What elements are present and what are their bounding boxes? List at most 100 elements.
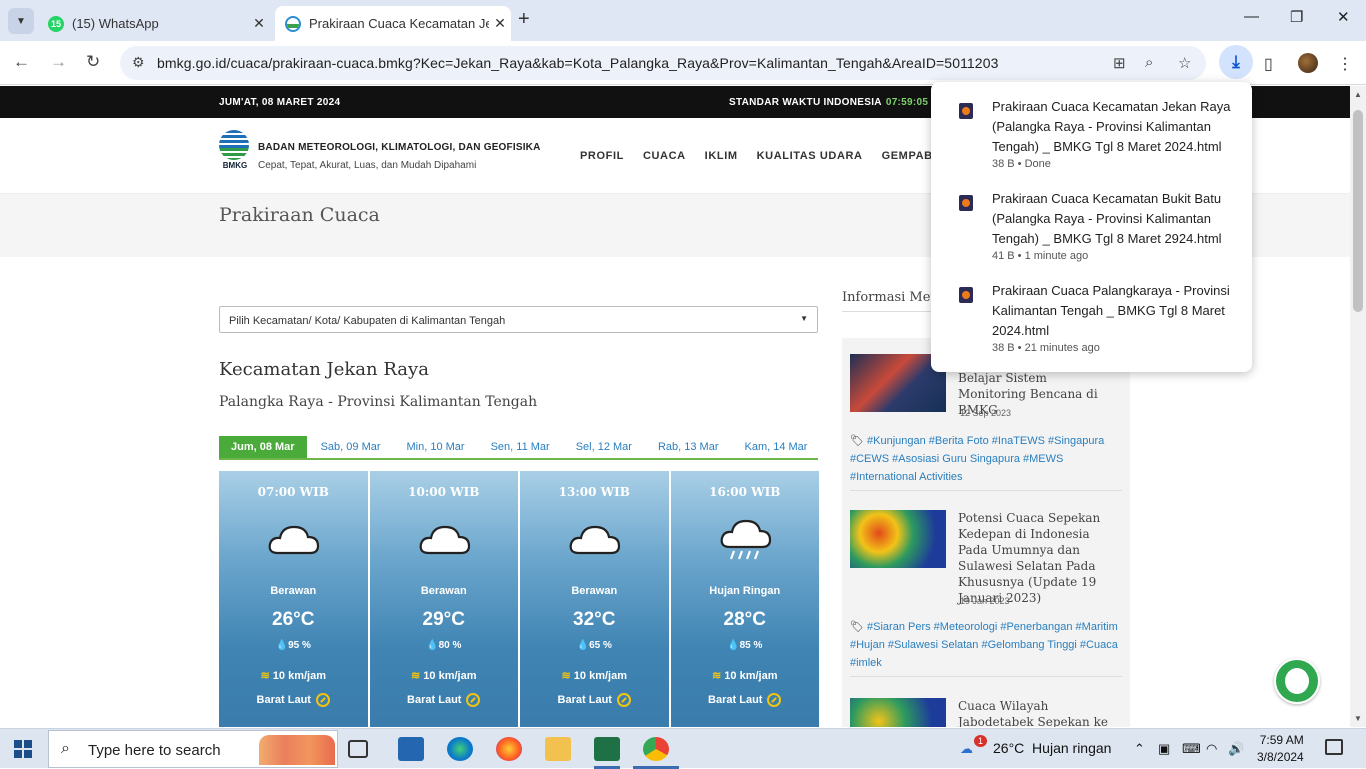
wind-icon: ≋ [260,670,270,682]
forecast-time: 16:00 WIB [709,485,781,499]
download-filename[interactable]: Prakiraan Cuaca Kecamatan Bukit Batu (Pa… [992,189,1237,249]
volume-icon[interactable]: 🔊 [1228,741,1244,757]
tab-day[interactable]: Jum, 08 Mar [219,436,307,458]
close-tab-icon[interactable]: ✕ [248,15,270,32]
site-info-icon[interactable]: ⚙ [132,54,145,71]
tab-bmkg[interactable]: Prakiraan Cuaca Kecamatan Jek ✕ [275,6,511,41]
day-tabs: Jum, 08 Mar Sab, 09 Mar Min, 10 Mar Sen,… [219,436,818,460]
news-date: 19 Jan 2023 [960,596,1010,606]
windows-start-icon[interactable] [14,740,32,758]
tab-day[interactable]: Min, 10 Mar [407,436,465,458]
downloads-panel: Prakiraan Cuaca Kecamatan Jekan Raya (Pa… [931,82,1252,372]
news-tags[interactable]: 🏷 #Siaran Pers #Meteorologi #Penerbangan… [850,618,1120,672]
tab-whatsapp[interactable]: 15 (15) WhatsApp ✕ [40,6,270,41]
mail-icon[interactable] [398,737,424,761]
restore-icon[interactable]: ❐ [1290,8,1303,26]
scrollbar-thumb[interactable] [1353,110,1363,312]
tab-title: Prakiraan Cuaca Kecamatan Jek [309,16,489,31]
taskbar-clock[interactable]: 7:59 AM 3/8/2024 [1257,732,1304,766]
main-nav: PROFIL CUACA IKLIM KUALITAS UDARA GEMPAB… [580,150,955,162]
file-explorer-icon[interactable] [545,737,571,761]
close-window-icon[interactable]: ✕ [1337,8,1350,26]
tab-day[interactable]: Rab, 13 Mar [658,436,719,458]
weather-rain-icon[interactable]: ☁ [960,741,973,757]
compass-icon [315,693,330,707]
compass-icon [616,693,631,707]
close-tab-icon[interactable]: ✕ [489,15,511,32]
task-view-icon[interactable] [348,740,368,758]
forecast-direction: Barat Laut [219,693,368,707]
notification-icon[interactable] [1325,739,1343,755]
downloads-icon[interactable]: ⤓ [1219,45,1253,79]
whatsapp-icon: 15 [48,15,64,32]
tag-icon: 🏷 [850,435,864,447]
zoom-icon[interactable]: ⌕ [1145,54,1153,71]
page-scrollbar[interactable]: ▲ ▼ [1350,86,1366,727]
tab-day[interactable]: Sel, 12 Mar [576,436,632,458]
profile-avatar[interactable] [1298,53,1318,73]
firefox-icon[interactable] [496,737,522,761]
forecast-wind: ≋ 10 km/jam [260,670,326,682]
tagline: Cepat, Tepat, Akurat, Luas, dan Mudah Di… [258,160,477,171]
bookmark-star-icon[interactable]: ☆ [1178,54,1191,72]
news-tags[interactable]: 🏷 #Kunjungan #Berita Foto #InaTEWS #Sing… [850,432,1120,486]
meet-icon[interactable]: ▣ [1158,741,1170,757]
forward-icon[interactable]: → [50,52,67,72]
news-thumbnail[interactable] [850,510,946,568]
news-title[interactable]: Potensi Cuaca Sepekan Kedepan di Indones… [958,510,1118,606]
forecast-condition: Hujan Ringan [709,585,781,597]
live-chat-button[interactable] [1274,658,1320,704]
forecast-temp: 26°C [272,609,315,630]
tab-day[interactable]: Kam, 14 Mar [744,436,807,458]
forecast-direction: Barat Laut [370,693,519,707]
bmkg-logo[interactable]: BMKG [219,130,251,170]
url-text[interactable]: bmkg.go.id/cuaca/prakiraan-cuaca.bmkg?Ke… [157,55,998,71]
menu-kebab-icon[interactable]: ⋮ [1337,54,1353,74]
wifi-icon[interactable]: ◠ [1206,741,1217,757]
html-file-icon [959,103,973,119]
humidity-drop-icon: 💧 [576,640,590,651]
back-icon[interactable]: ← [13,52,30,72]
compass-icon [767,693,782,707]
chevron-up-icon[interactable]: ⌃ [1134,741,1145,757]
taskbar-search[interactable]: ⌕ Type here to search [48,730,338,768]
nav-cuaca[interactable]: CUACA [643,150,686,162]
news-list: Belajar Sistem Monitoring Bencana di BMK… [842,338,1130,727]
news-title[interactable]: Cuaca Wilayah Jabodetabek Sepekan ke Dep… [958,698,1118,727]
tab-day[interactable]: Sen, 11 Mar [491,436,550,458]
download-status: 38 B • Done [992,158,1051,170]
tab-day[interactable]: Sab, 09 Mar [321,436,381,458]
translate-icon[interactable]: ⊞ [1113,54,1126,72]
forecast-wind: ≋ 10 km/jam [712,670,778,682]
excel-icon[interactable] [594,737,620,761]
new-tab-icon[interactable]: + [518,8,530,31]
news-date: 12 Sep 2023 [960,408,1012,418]
reload-icon[interactable]: ↻ [86,52,100,72]
tab-search-button[interactable]: ▼ [8,8,34,34]
minimize-icon[interactable]: — [1244,8,1259,25]
download-filename[interactable]: Prakiraan Cuaca Kecamatan Jekan Raya (Pa… [992,97,1237,157]
browser-tab-bar: ▼ 15 (15) WhatsApp ✕ Prakiraan Cuaca Kec… [0,0,1366,41]
cloud-icon [569,525,621,555]
forecast-condition: Berawan [270,585,317,597]
kecamatan-title: Kecamatan Jekan Raya [219,359,429,380]
edge-icon[interactable] [447,737,473,761]
keyboard-language-icon[interactable]: ⌨ [1182,741,1201,757]
wind-icon: ≋ [561,670,571,682]
download-status: 41 B • 1 minute ago [992,250,1089,262]
address-bar[interactable]: ⚙ bmkg.go.id/cuaca/prakiraan-cuaca.bmkg?… [120,46,1206,80]
province-subtitle: Palangka Raya - Provinsi Kalimantan Teng… [219,394,538,410]
news-thumbnail[interactable] [850,698,946,727]
current-date: JUM'AT, 08 MARET 2024 [219,97,341,108]
nav-kualitas-udara[interactable]: KUALITAS UDARA [757,150,863,162]
side-panel-icon[interactable]: ▯ [1264,54,1273,74]
chrome-icon[interactable] [643,737,669,761]
forecast-direction: Barat Laut [520,693,669,707]
nav-iklim[interactable]: IKLIM [705,150,738,162]
weather-text[interactable]: 26°C Hujan ringan [993,740,1111,756]
search-placeholder: Type here to search [88,742,221,759]
location-select[interactable]: Pilih Kecamatan/ Kota/ Kabupaten di Kali… [219,306,818,333]
chevron-down-icon: ▼ [800,314,808,323]
download-filename[interactable]: Prakiraan Cuaca Palangkaraya - Provinsi … [992,281,1237,341]
nav-profil[interactable]: PROFIL [580,150,624,162]
